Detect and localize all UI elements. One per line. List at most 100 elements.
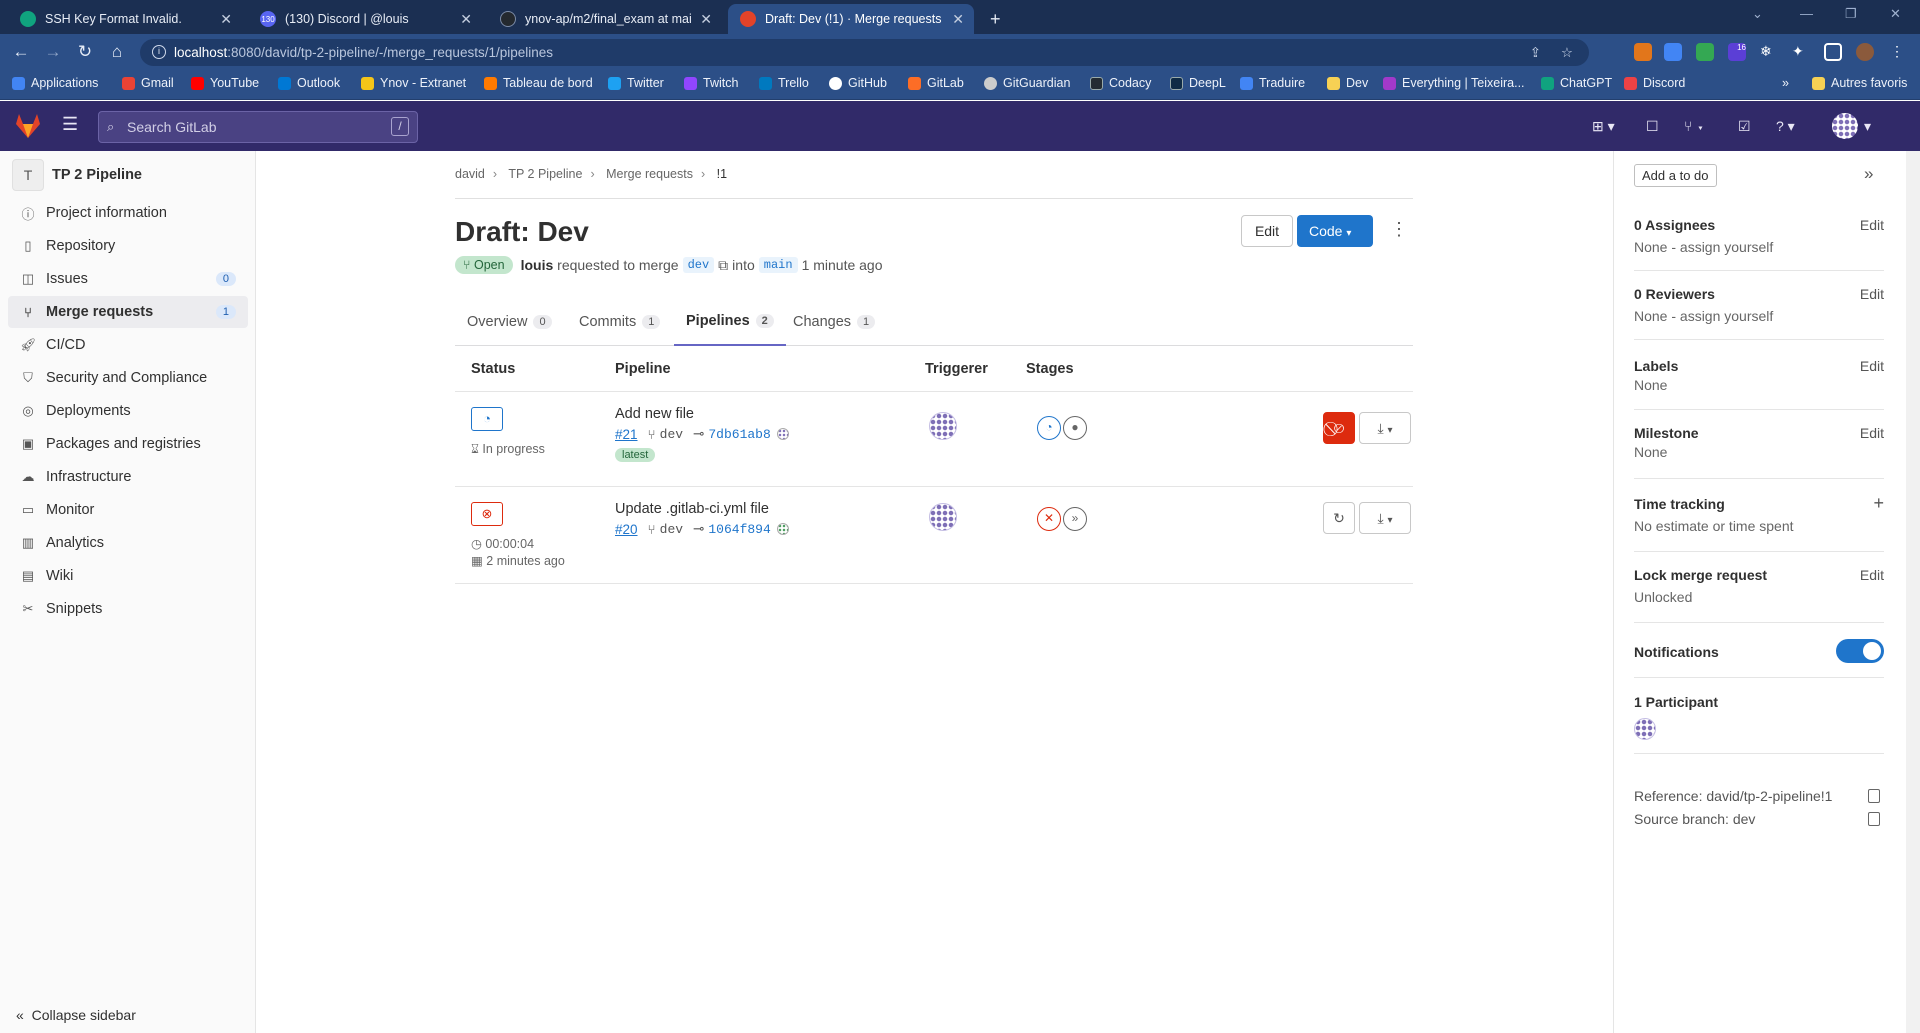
edit-labels-link[interactable]: Edit xyxy=(1860,358,1884,374)
tab-search-icon[interactable]: ⌄ xyxy=(1752,6,1763,22)
bookmark-traduire[interactable]: Traduire xyxy=(1240,76,1305,90)
close-tab-icon[interactable]: ✕ xyxy=(460,11,472,28)
restore-icon[interactable]: ❐ xyxy=(1845,6,1857,22)
sidepanel-icon[interactable] xyxy=(1824,43,1842,61)
home-icon[interactable]: ⌂ xyxy=(106,42,128,62)
bookmark-github[interactable]: GitHub xyxy=(829,76,887,90)
sidebar-item-monitor[interactable]: ▭ Monitor xyxy=(8,494,248,526)
reload-icon[interactable]: ↻ xyxy=(74,42,96,62)
sidebar-item-repository[interactable]: ▯ Repository xyxy=(8,230,248,262)
stage-created-icon[interactable]: ● xyxy=(1063,416,1087,440)
bookmark-gmail[interactable]: Gmail xyxy=(122,76,174,90)
tab-commits[interactable]: Commits 1 xyxy=(567,298,672,346)
help-icon[interactable]: ? ▾ xyxy=(1776,118,1795,135)
add-todo-button[interactable]: Add a to do xyxy=(1634,164,1717,187)
extension-badge-icon[interactable]: 16 xyxy=(1728,43,1746,61)
new-tab-button[interactable]: + xyxy=(978,4,1008,34)
code-dropdown-button[interactable]: Code ▾ xyxy=(1297,215,1373,247)
pipeline-title[interactable]: Update .gitlab-ci.yml file xyxy=(615,501,769,517)
sidebar-item-wiki[interactable]: ▤ Wiki xyxy=(8,560,248,592)
copy-reference-icon[interactable] xyxy=(1868,789,1880,803)
bookmark-discord[interactable]: Discord xyxy=(1624,76,1685,90)
collapse-right-sidebar-icon[interactable]: » xyxy=(1864,164,1873,184)
bookmark-outlook[interactable]: Outlook xyxy=(278,76,340,90)
site-info-icon[interactable]: i xyxy=(152,45,166,59)
stage-running-icon[interactable]: ◔ xyxy=(1037,416,1061,440)
sidebar-item-cicd[interactable]: 🚀︎ CI/CD xyxy=(8,329,248,361)
commit-author-avatar[interactable] xyxy=(776,428,789,440)
merge-requests-topbar-icon[interactable]: ⑂ ▾ xyxy=(1684,118,1705,134)
running-status-icon[interactable]: ◔ xyxy=(471,407,503,431)
more-actions-icon[interactable]: ⋮ xyxy=(1390,219,1408,240)
profile-avatar[interactable] xyxy=(1856,43,1874,61)
assignees-value[interactable]: None - assign yourself xyxy=(1634,239,1884,255)
new-dropdown-icon[interactable]: ⊞ ▾ xyxy=(1592,118,1615,135)
issues-topbar-icon[interactable]: ☐ xyxy=(1646,118,1659,135)
copy-icon[interactable]: ⧉ xyxy=(718,257,728,274)
collapse-sidebar-button[interactable]: « Collapse sidebar xyxy=(16,1007,136,1023)
pipeline-id-link[interactable]: #21 xyxy=(615,427,638,442)
bookmark-deepl[interactable]: DeepL xyxy=(1170,76,1226,90)
bookmark-codacy[interactable]: Codacy xyxy=(1090,76,1151,90)
project-header[interactable]: T TP 2 Pipeline xyxy=(12,159,142,191)
breadcrumb-merge-requests[interactable]: Merge requests xyxy=(606,167,693,181)
stage-skipped-icon[interactable]: » xyxy=(1063,507,1087,531)
puzzle-extensions-icon[interactable]: ✦ xyxy=(1792,43,1810,61)
triggerer-avatar[interactable] xyxy=(929,503,957,531)
bookmark-twitter[interactable]: Twitter xyxy=(608,76,664,90)
close-tab-icon[interactable]: ✕ xyxy=(220,11,232,28)
metamask-extension-icon[interactable] xyxy=(1634,43,1652,61)
menu-icon[interactable]: ☰ xyxy=(62,114,78,135)
sidebar-item-issues[interactable]: ◫ Issues 0 xyxy=(8,263,248,295)
bookmark-youtube[interactable]: YouTube xyxy=(191,76,259,90)
close-tab-icon[interactable]: ✕ xyxy=(700,11,712,28)
gitlab-logo-icon[interactable] xyxy=(14,113,42,139)
commit-author-avatar[interactable] xyxy=(776,523,789,535)
close-tab-icon[interactable]: ✕ xyxy=(952,11,964,28)
browser-tab-1[interactable]: SSH Key Format Invalid. ✕ xyxy=(8,4,242,34)
bookmark-everything[interactable]: Everything | Teixeira... xyxy=(1383,76,1525,90)
bookmark-twitch[interactable]: Twitch xyxy=(684,76,738,90)
breadcrumb-mr-id[interactable]: !1 xyxy=(717,167,727,181)
source-branch-chip[interactable]: dev xyxy=(682,257,715,273)
commit-sha[interactable]: 7db61ab8 xyxy=(708,427,770,442)
plus-icon[interactable]: + xyxy=(1873,493,1884,514)
pipeline-id-link[interactable]: #20 xyxy=(615,522,638,537)
breadcrumb-david[interactable]: david xyxy=(455,167,485,181)
bookmark-tableau[interactable]: Tableau de bord xyxy=(484,76,593,90)
sidebar-item-project-information[interactable]: ⓘ Project information xyxy=(8,197,248,229)
translate-extension-icon[interactable] xyxy=(1664,43,1682,61)
page-scrollbar[interactable] xyxy=(1906,151,1920,1033)
share-icon[interactable]: ⇪ xyxy=(1530,39,1541,66)
cancel-pipeline-button[interactable]: ⃠⊘ xyxy=(1323,412,1355,444)
minimize-icon[interactable]: — xyxy=(1800,6,1813,21)
user-menu-chevron-icon[interactable]: ▾ xyxy=(1864,118,1871,135)
branch-name[interactable]: dev xyxy=(660,522,683,537)
user-avatar-icon[interactable] xyxy=(1832,113,1858,139)
bookmark-other-folder[interactable]: Autres favoris xyxy=(1812,76,1907,90)
bookmark-trello[interactable]: Trello xyxy=(759,76,809,90)
sidebar-item-snippets[interactable]: ✂ Snippets xyxy=(8,593,248,625)
tab-changes[interactable]: Changes 1 xyxy=(781,298,887,346)
notifications-toggle[interactable] xyxy=(1836,639,1884,663)
download-artifacts-button[interactable]: ⤓ ▾ xyxy=(1359,502,1411,534)
browser-tab-2[interactable]: 130 (130) Discord | @louis ✕ xyxy=(248,4,482,34)
bookmark-chatgpt[interactable]: ChatGPT xyxy=(1541,76,1612,90)
back-icon[interactable]: ← xyxy=(10,42,32,62)
browser-tab-3[interactable]: ynov-ap/m2/final_exam at main · ✕ xyxy=(488,4,722,34)
sidebar-item-deployments[interactable]: ◎ Deployments xyxy=(8,395,248,427)
edit-button[interactable]: Edit xyxy=(1241,215,1293,247)
edit-reviewers-link[interactable]: Edit xyxy=(1860,286,1884,302)
bookmark-ynov[interactable]: Ynov - Extranet xyxy=(361,76,466,90)
participant-avatar[interactable] xyxy=(1634,718,1656,740)
reviewers-value[interactable]: None - assign yourself xyxy=(1634,308,1884,324)
download-artifacts-button[interactable]: ⤓ ▾ xyxy=(1359,412,1411,444)
tab-pipelines[interactable]: Pipelines 2 xyxy=(674,298,786,346)
breadcrumb-project[interactable]: TP 2 Pipeline xyxy=(508,167,582,181)
bookmarks-overflow-icon[interactable]: » xyxy=(1782,76,1789,90)
sidebar-item-infrastructure[interactable]: ☁ Infrastructure xyxy=(8,461,248,493)
snowflake-extension-icon[interactable]: ❄ xyxy=(1760,43,1778,61)
address-bar[interactable]: i localhost:8080/david/tp-2-pipeline/-/m… xyxy=(140,39,1589,66)
stage-failed-icon[interactable]: ✕ xyxy=(1037,507,1061,531)
edit-lock-link[interactable]: Edit xyxy=(1860,567,1884,583)
